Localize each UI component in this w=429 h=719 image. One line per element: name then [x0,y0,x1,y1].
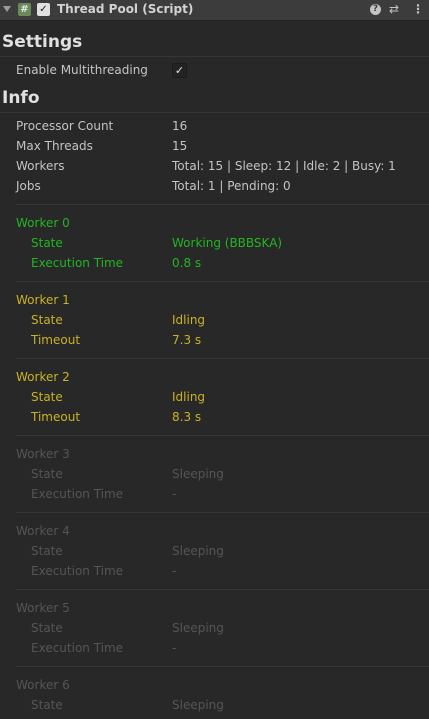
worker-5-time-label: Execution Time [31,641,124,655]
worker-5-state-label: State [31,621,63,635]
worker-2-time-value: 8.3 s [172,410,202,424]
info-value-workers: Total: 15 | Sleep: 12 | Idle: 2 | Busy: … [172,159,396,173]
worker-3-time-label: Execution Time [31,487,124,501]
divider [16,666,429,667]
worker-3-name: Worker 3 [16,447,70,461]
worker-0-name: Worker 0 [16,216,70,230]
worker-4-time-value: - [172,564,177,578]
worker-5-state-value: Sleeping [172,621,224,635]
settings-title: Settings [2,32,83,52]
worker-1-name: Worker 1 [16,293,70,307]
worker-4-state-value: Sleeping [172,544,224,558]
worker-6-state-label: State [31,698,63,712]
divider [0,56,429,57]
info-label-jobs: Jobs [16,179,41,193]
worker-1-state-value: Idling [172,313,206,327]
worker-2-state-value: Idling [172,390,206,404]
worker-4-name: Worker 4 [16,524,70,538]
divider [16,204,429,205]
component-header[interactable]: # ✓ Thread Pool (Script) ? ⇄ ⋮ [0,0,429,21]
help-icon[interactable]: ? [370,4,381,15]
worker-4-state-label: State [31,544,63,558]
divider [16,435,429,436]
worker-1-time-label: Timeout [31,333,81,347]
worker-4-time-label: Execution Time [31,564,124,578]
worker-6-name: Worker 6 [16,678,70,692]
worker-1-time-value: 7.3 s [172,333,202,347]
menu-icon[interactable]: ⋮ [412,2,424,16]
divider [0,112,429,113]
info-value-processor-count: 16 [172,119,188,133]
worker-3-state-label: State [31,467,63,481]
worker-2-time-label: Timeout [31,410,81,424]
worker-5-name: Worker 5 [16,601,70,615]
info-title: Info [2,88,40,108]
divider [16,512,429,513]
worker-3-time-value: - [172,487,177,501]
divider [16,589,429,590]
info-label-processor-count: Processor Count [16,119,114,133]
enable-multithreading-checkbox[interactable]: ✓ [172,63,187,78]
worker-6-state-value: Sleeping [172,698,224,712]
component-title: Thread Pool (Script) [57,2,194,16]
worker-5-time-value: - [172,641,177,655]
info-value-max-threads: 15 [172,139,188,153]
worker-2-state-label: State [31,390,63,404]
foldout-arrow-icon[interactable] [3,6,11,12]
worker-0-state-value: Working (BBBSKA) [172,236,283,250]
worker-0-time-value: 0.8 s [172,256,202,270]
info-label-workers: Workers [16,159,65,173]
worker-2-name: Worker 2 [16,370,70,384]
worker-0-state-label: State [31,236,63,250]
info-value-jobs: Total: 1 | Pending: 0 [172,179,291,193]
worker-0-time-label: Execution Time [31,256,124,270]
enable-multithreading-label: Enable Multithreading [16,63,148,77]
divider [16,358,429,359]
info-label-max-threads: Max Threads [16,139,93,153]
divider [16,281,429,282]
component-enabled-checkbox[interactable]: ✓ [37,3,50,16]
script-icon: # [18,3,31,16]
preset-icon[interactable]: ⇄ [389,2,399,16]
worker-1-state-label: State [31,313,63,327]
worker-3-state-value: Sleeping [172,467,224,481]
